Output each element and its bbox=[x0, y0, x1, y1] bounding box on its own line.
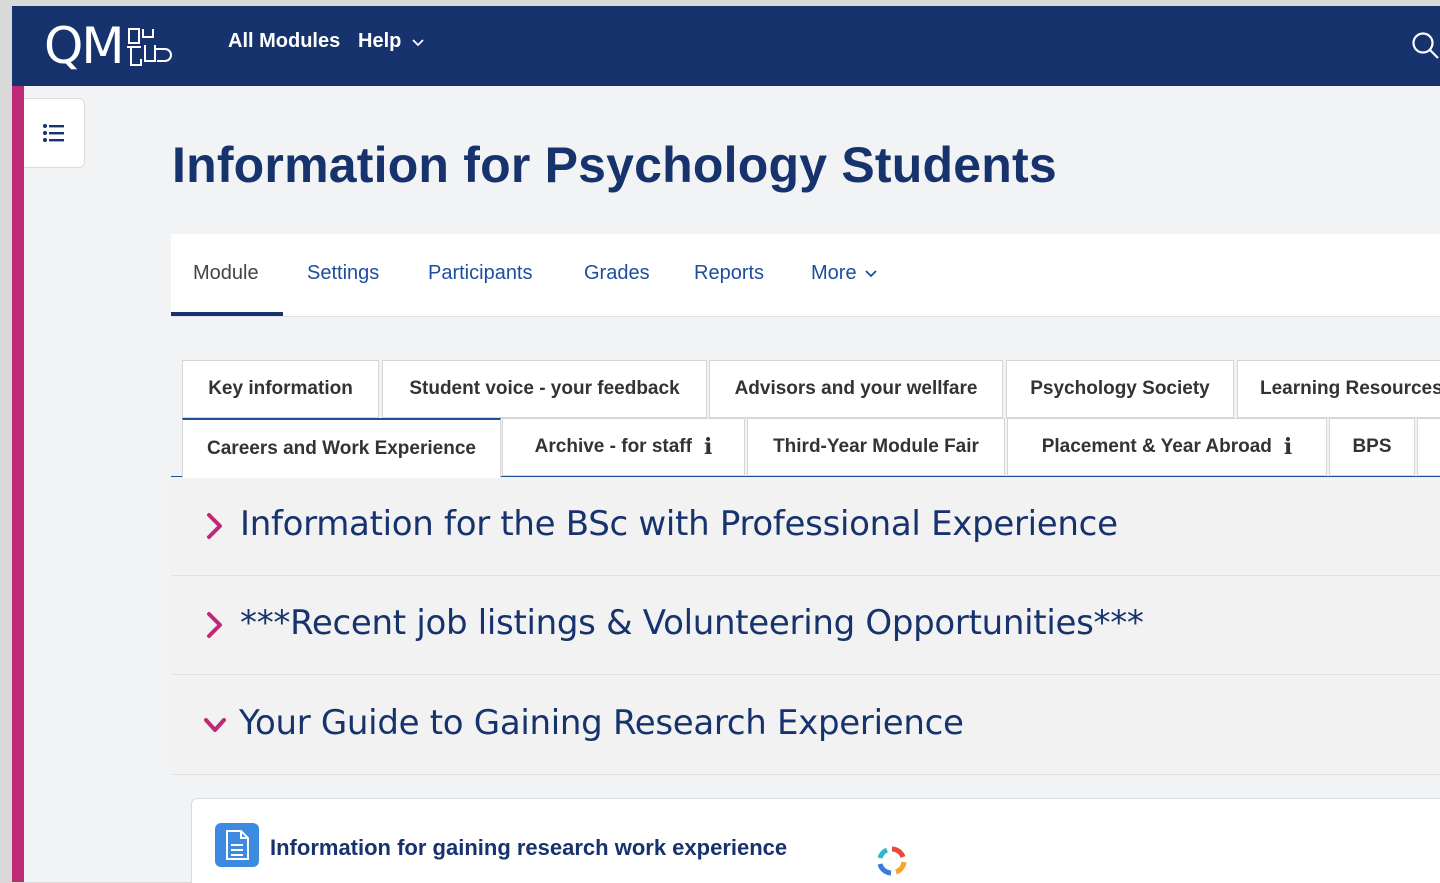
tab-label: Archive - for staff bbox=[534, 436, 692, 457]
section-bsc-professional-experience[interactable]: Information for the BSc with Professiona… bbox=[171, 478, 1440, 576]
nav-settings[interactable]: Settings bbox=[307, 262, 379, 285]
tab-advisors-wellfare[interactable]: Advisors and your wellfare bbox=[709, 360, 1003, 418]
active-tab-indicator bbox=[171, 312, 283, 316]
tab-student-voice[interactable]: Student voice - your feedback bbox=[382, 360, 707, 418]
activity-link[interactable]: Information for gaining research work ex… bbox=[270, 835, 787, 861]
nav-more-label: More bbox=[811, 262, 857, 284]
page-icon-glyph bbox=[226, 830, 249, 860]
tab-label: BPS bbox=[1352, 436, 1392, 457]
completion-status-icon bbox=[877, 846, 907, 876]
info-icon: i bbox=[1283, 434, 1293, 460]
tab-key-information[interactable]: Key information bbox=[182, 360, 379, 418]
nav-help-label: Help bbox=[358, 30, 402, 52]
tab-overflow[interactable] bbox=[1417, 418, 1440, 476]
tab-careers-work-experience[interactable]: Careers and Work Experience bbox=[182, 418, 501, 478]
info-icon: i bbox=[703, 434, 713, 460]
tab-label: Student voice - your feedback bbox=[409, 378, 680, 399]
section-research-experience[interactable]: Your Guide to Gaining Research Experienc… bbox=[171, 677, 1440, 775]
page-icon bbox=[215, 823, 259, 867]
section-title[interactable]: Information for the BSc with Professiona… bbox=[240, 504, 1118, 544]
window-frame-left bbox=[0, 0, 12, 882]
tab-label: Careers and Work Experience bbox=[207, 438, 476, 459]
chevron-down-icon[interactable] bbox=[201, 707, 229, 743]
nav-more[interactable]: More bbox=[811, 262, 877, 285]
secondary-navigation: Module Settings Participants Grades Repo… bbox=[171, 234, 1440, 317]
tab-label: Learning Resources bbox=[1260, 378, 1440, 399]
chevron-right-icon[interactable] bbox=[201, 607, 229, 643]
chevron-down-icon bbox=[865, 270, 877, 278]
logo-text: QM bbox=[44, 17, 124, 75]
nav-reports[interactable]: Reports bbox=[694, 262, 764, 285]
chevron-down-icon bbox=[412, 39, 424, 46]
nav-help[interactable]: Help bbox=[358, 30, 425, 53]
nav-participants[interactable]: Participants bbox=[428, 262, 533, 285]
section-title[interactable]: ***Recent job listings & Volunteering Op… bbox=[240, 603, 1144, 643]
nav-module[interactable]: Module bbox=[193, 262, 259, 285]
tab-psychology-society[interactable]: Psychology Society bbox=[1006, 360, 1234, 418]
section-title[interactable]: Your Guide to Gaining Research Experienc… bbox=[239, 703, 964, 743]
top-navbar: QM All Modules Help bbox=[12, 6, 1440, 86]
chevron-right-icon[interactable] bbox=[201, 508, 229, 544]
tab-placement-year-abroad[interactable]: Placement & Year Abroad i bbox=[1007, 418, 1327, 476]
tab-learning-resources[interactable]: Learning Resources bbox=[1237, 360, 1440, 418]
tab-label: Advisors and your wellfare bbox=[734, 378, 978, 399]
site-logo[interactable]: QM bbox=[44, 16, 184, 76]
tab-label: Third-Year Module Fair bbox=[773, 436, 979, 457]
tab-label: Psychology Society bbox=[1030, 378, 1210, 399]
nav-all-modules[interactable]: All Modules bbox=[228, 30, 340, 53]
search-icon[interactable] bbox=[1410, 30, 1440, 60]
list-icon bbox=[43, 124, 64, 142]
tab-bps[interactable]: BPS bbox=[1329, 418, 1415, 476]
activity-item: Information for gaining research work ex… bbox=[191, 798, 1440, 883]
section-job-listings[interactable]: ***Recent job listings & Volunteering Op… bbox=[171, 577, 1440, 675]
logo-plus-mark bbox=[126, 28, 172, 66]
page-title: Information for Psychology Students bbox=[172, 137, 1057, 193]
course-index-toggle-button[interactable] bbox=[24, 98, 85, 168]
accent-bar bbox=[12, 86, 24, 882]
tab-label: Key information bbox=[208, 378, 353, 399]
tab-label: Placement & Year Abroad bbox=[1041, 436, 1272, 457]
tab-third-year-module-fair[interactable]: Third-Year Module Fair bbox=[747, 418, 1005, 476]
nav-grades[interactable]: Grades bbox=[584, 262, 650, 285]
tab-archive-staff[interactable]: Archive - for staff i bbox=[502, 418, 745, 476]
